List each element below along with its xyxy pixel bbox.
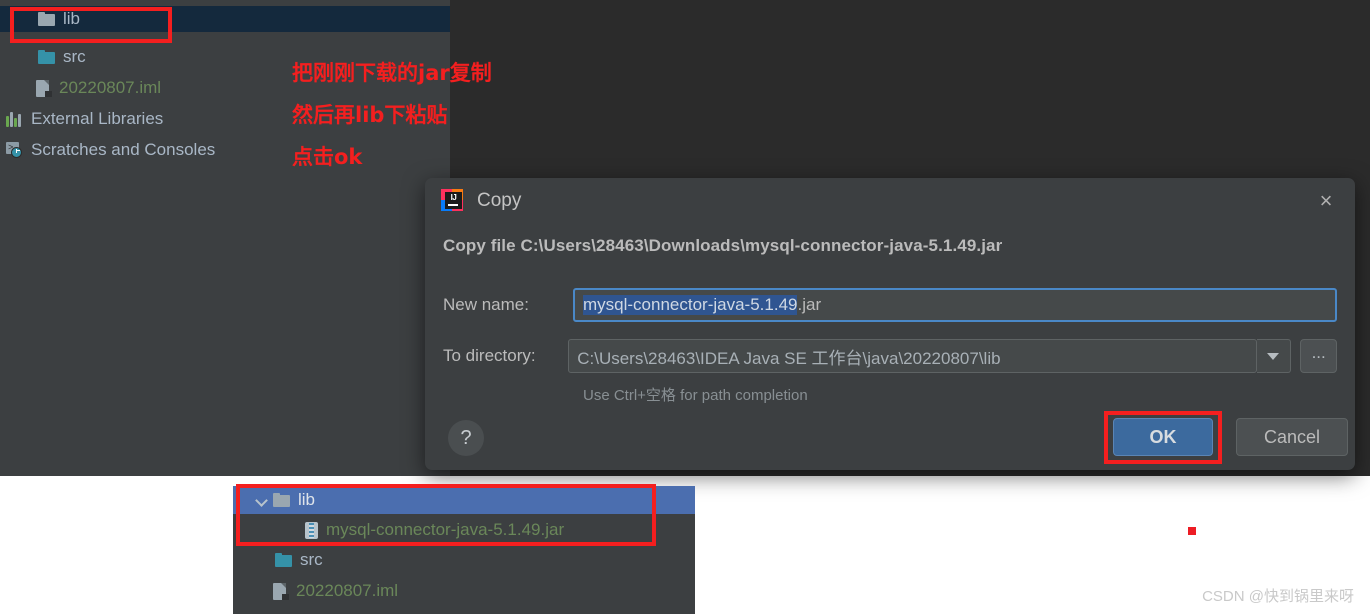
result-tree-item-lib[interactable]: lib: [233, 486, 695, 514]
folder-icon: [275, 553, 292, 567]
chevron-down-icon[interactable]: [255, 493, 269, 507]
iml-file-icon: [273, 582, 289, 600]
to-directory-input[interactable]: C:\Users\28463\IDEA Java SE 工作台\java\202…: [568, 339, 1257, 373]
copy-dialog: IJ Copy × Copy file C:\Users\28463\Downl…: [425, 178, 1355, 470]
new-name-selected-text: mysql-connector-java-5.1.49: [583, 295, 798, 315]
result-tree-item-src[interactable]: src: [233, 546, 695, 574]
result-tree-item-label: lib: [298, 490, 316, 509]
path-completion-hint: Use Ctrl+空格 for path completion: [583, 387, 808, 404]
folder-icon: [38, 50, 55, 64]
ok-button[interactable]: OK: [1113, 418, 1213, 456]
result-tree-item-jar[interactable]: mysql-connector-java-5.1.49.jar: [233, 516, 695, 544]
dialog-headline: Copy file C:\Users\28463\Downloads\mysql…: [443, 236, 1003, 255]
to-directory-label: To directory:: [443, 346, 536, 365]
tree-item-scratches-and-consoles[interactable]: > Scratches and Consoles: [0, 137, 215, 163]
chevron-down-icon[interactable]: [1256, 339, 1292, 373]
new-name-label: New name:: [443, 295, 529, 314]
tree-item-lib[interactable]: lib: [0, 6, 450, 32]
annotation-line-1: 把刚刚下载的jar复制: [292, 61, 492, 85]
tree-item-label: src: [63, 47, 86, 66]
cancel-button[interactable]: Cancel: [1236, 418, 1348, 456]
external-libraries-icon: [6, 111, 23, 127]
red-marker-dot: [1188, 527, 1196, 535]
csdn-watermark: CSDN @快到锅里来呀: [1202, 588, 1354, 605]
folder-icon: [38, 12, 55, 26]
annotation-line-3: 点击ok: [292, 145, 363, 169]
result-tree-panel: lib mysql-connector-java-5.1.49.jar src …: [233, 486, 695, 614]
tree-item-label: lib: [63, 9, 81, 28]
dialog-title: Copy: [477, 190, 522, 211]
result-tree-item-label: 20220807.iml: [296, 581, 399, 600]
tree-item-iml[interactable]: 20220807.iml: [0, 75, 161, 101]
tree-item-src[interactable]: src: [0, 44, 86, 70]
result-tree-item-label: src: [300, 550, 323, 569]
scratches-icon: >: [6, 142, 23, 158]
tree-item-label: 20220807.iml: [59, 78, 162, 97]
dialog-titlebar: IJ Copy: [425, 178, 1355, 224]
result-tree-item-label: mysql-connector-java-5.1.49.jar: [326, 520, 565, 539]
result-tree-item-iml[interactable]: 20220807.iml: [233, 577, 695, 605]
iml-file-icon: [36, 79, 52, 97]
close-icon[interactable]: ×: [1307, 186, 1345, 216]
tree-item-label: External Libraries: [31, 109, 164, 128]
new-name-input[interactable]: mysql-connector-java-5.1.49 .jar: [573, 288, 1337, 322]
folder-icon: [273, 493, 290, 507]
tree-item-external-libraries[interactable]: External Libraries: [0, 106, 163, 132]
intellij-idea-icon: IJ: [441, 189, 465, 213]
annotation-line-2: 然后再lib下粘贴: [292, 103, 448, 127]
browse-button[interactable]: ...: [1300, 339, 1337, 373]
to-directory-row: To directory: C:\Users\28463\IDEA Java S…: [443, 339, 1337, 373]
jar-file-icon: [305, 521, 318, 539]
tree-item-label: Scratches and Consoles: [31, 140, 216, 159]
new-name-extension-text: .jar: [797, 295, 822, 314]
help-button[interactable]: ?: [448, 420, 484, 456]
new-name-row: New name: mysql-connector-java-5.1.49 .ja…: [443, 288, 1337, 322]
